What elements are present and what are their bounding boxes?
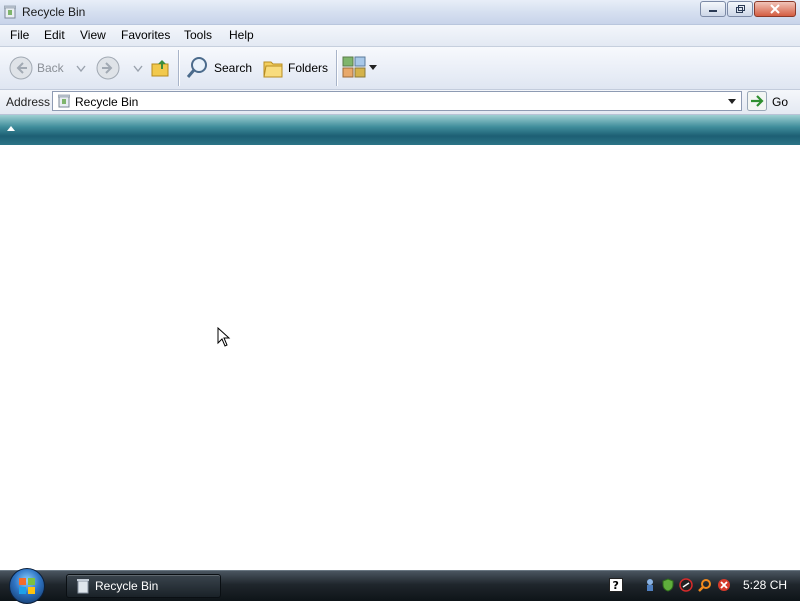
address-value: Recycle Bin — [75, 95, 139, 109]
maximize-button[interactable] — [727, 1, 753, 17]
svg-text:?: ? — [613, 579, 619, 592]
search-label: Search — [214, 61, 253, 75]
error-icon[interactable] — [717, 578, 731, 592]
search-icon — [186, 57, 207, 78]
folders-icon — [263, 61, 283, 78]
minimize-icon — [709, 10, 717, 12]
back-button[interactable]: Back — [8, 54, 70, 82]
forward-arrow-icon[interactable] — [95, 55, 121, 81]
up-folder-icon[interactable] — [150, 57, 172, 79]
taskbar-button-recycle-bin[interactable]: Recycle Bin — [66, 574, 221, 598]
views-icon — [342, 56, 366, 78]
windows-logo-icon — [19, 578, 35, 594]
network-icon[interactable] — [645, 578, 659, 592]
system-clock[interactable]: 5:28 CH — [743, 578, 787, 592]
menu-favorites[interactable]: Favorites — [121, 28, 170, 42]
recycle-bin-icon — [4, 5, 16, 19]
views-button[interactable] — [342, 56, 378, 80]
folders-button[interactable]: Folders — [262, 54, 332, 82]
back-arrow-icon — [9, 56, 33, 80]
close-icon — [770, 4, 780, 14]
help-icon[interactable]: ? — [609, 578, 623, 592]
menu-edit[interactable]: Edit — [44, 28, 65, 42]
forward-dropdown-icon[interactable] — [133, 65, 143, 73]
minimize-button[interactable] — [700, 1, 726, 17]
views-dropdown-icon — [369, 65, 377, 70]
address-dropdown-icon[interactable] — [725, 94, 739, 108]
taskbar: Recycle Bin ? 5:28 CH — [0, 568, 800, 604]
title-bar: Recycle Bin — [0, 0, 800, 25]
folders-label: Folders — [288, 61, 329, 75]
start-button[interactable] — [9, 568, 45, 604]
back-label: Back — [37, 61, 64, 75]
go-arrow-icon[interactable] — [747, 91, 767, 111]
go-button[interactable]: Go — [772, 95, 788, 109]
file-list-area[interactable] — [0, 145, 800, 570]
back-dropdown-icon[interactable] — [76, 65, 86, 73]
menu-tools[interactable]: Tools — [184, 28, 212, 42]
recycle-bin-icon — [77, 579, 89, 594]
recycle-bin-icon — [58, 94, 70, 108]
tray-search-icon[interactable] — [698, 578, 712, 592]
close-button[interactable] — [754, 1, 796, 17]
window-title: Recycle Bin — [22, 5, 86, 19]
address-bar: Address Recycle Bin Go — [0, 90, 800, 115]
restore-icon — [736, 5, 745, 13]
search-button[interactable]: Search — [186, 54, 252, 82]
antivirus-icon[interactable] — [679, 578, 693, 592]
address-input[interactable]: Recycle Bin — [52, 91, 742, 111]
security-shield-icon[interactable] — [661, 578, 675, 592]
address-label: Address — [6, 95, 51, 109]
collapse-arrow-icon[interactable] — [7, 125, 15, 133]
menu-bar: File Edit View Favorites Tools Help — [0, 25, 800, 47]
mouse-cursor-icon — [217, 327, 231, 347]
toolbar: Back Search Folders — [0, 47, 800, 90]
menu-help[interactable]: Help — [229, 28, 254, 42]
taskbar-button-label: Recycle Bin — [95, 579, 159, 593]
task-pane-header — [0, 115, 800, 145]
menu-file[interactable]: File — [10, 28, 29, 42]
menu-view[interactable]: View — [80, 28, 106, 42]
